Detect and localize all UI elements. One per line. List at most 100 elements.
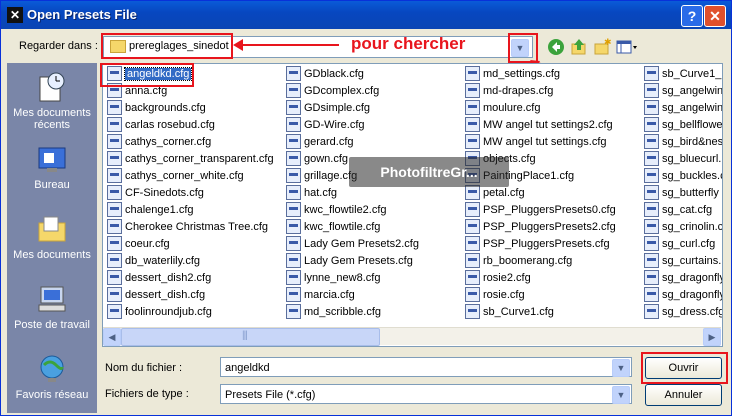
- file-type-select[interactable]: Presets File (*.cfg) ▼: [220, 384, 632, 404]
- horizontal-scrollbar[interactable]: ◀ ▶: [103, 327, 721, 346]
- file-item[interactable]: gerard.cfg: [286, 133, 354, 150]
- file-name: sg_dragonfly: [662, 272, 723, 284]
- file-item[interactable]: sg_curl.cfg: [644, 235, 715, 252]
- config-file-icon: [107, 116, 122, 132]
- file-item[interactable]: rb_boomerang.cfg: [465, 252, 572, 269]
- scroll-thumb[interactable]: [121, 328, 380, 346]
- file-item[interactable]: dessert_dish.cfg: [107, 286, 205, 303]
- file-item[interactable]: chalenge1.cfg: [107, 201, 194, 218]
- close-button[interactable]: ✕: [704, 5, 726, 27]
- place-my-documents[interactable]: Mes documents: [7, 213, 97, 261]
- window-title: Open Presets File: [27, 7, 137, 22]
- file-item[interactable]: marcia.cfg: [286, 286, 355, 303]
- file-name-value: angeldkd: [225, 362, 270, 374]
- file-name: sg_cat.cfg: [662, 204, 713, 216]
- file-item[interactable]: dessert_dish2.cfg: [107, 269, 211, 286]
- file-item[interactable]: sb_Curve1.cfg: [465, 303, 554, 320]
- file-item[interactable]: rosie2.cfg: [465, 269, 531, 286]
- file-name: CF-Sinedots.cfg: [125, 187, 204, 199]
- file-name-input[interactable]: angeldkd ▼: [220, 357, 632, 377]
- scroll-left-icon[interactable]: ◀: [103, 328, 121, 346]
- file-item[interactable]: PSP_PluggersPresets0.cfg: [465, 201, 616, 218]
- file-item[interactable]: MW angel tut settings.cfg: [465, 133, 607, 150]
- place-label: Mes documents récents: [13, 107, 91, 131]
- file-name: MW angel tut settings.cfg: [483, 136, 607, 148]
- file-item[interactable]: sg_bird&nes: [644, 133, 722, 150]
- file-item[interactable]: sg_dragonfly: [644, 286, 723, 303]
- file-item[interactable]: PSP_PluggersPresets2.cfg: [465, 218, 616, 235]
- place-label: Mes documents: [13, 249, 91, 261]
- file-item[interactable]: sg_dragonfly: [644, 269, 723, 286]
- config-file-icon: [644, 201, 659, 217]
- file-item[interactable]: sg_bluecurl.: [644, 150, 722, 167]
- file-item[interactable]: GDcomplex.cfg: [286, 82, 379, 99]
- file-name: coeur.cfg: [125, 238, 170, 250]
- file-name: PSP_PluggersPresets.cfg: [483, 238, 610, 250]
- file-item[interactable]: sg_dress.cfg: [644, 303, 722, 320]
- file-name: sg_angelwin: [662, 85, 723, 97]
- file-item[interactable]: backgrounds.cfg: [107, 99, 206, 116]
- file-name: marcia.cfg: [304, 289, 355, 301]
- new-folder-icon[interactable]: ✱: [593, 37, 612, 56]
- file-item[interactable]: foolinroundjub.cfg: [107, 303, 212, 320]
- file-item[interactable]: petal.cfg: [465, 184, 525, 201]
- place-desktop[interactable]: Bureau: [7, 143, 97, 191]
- file-list[interactable]: angeldkd.cfg anna.cfg backgrounds.cfg carla…: [102, 63, 723, 347]
- chevron-down-icon[interactable]: ▼: [612, 386, 630, 404]
- file-name: sg_dragonfly: [662, 289, 723, 301]
- file-item[interactable]: db_waterlily.cfg: [107, 252, 200, 269]
- file-name: gerard.cfg: [304, 136, 354, 148]
- place-my-computer[interactable]: Poste de travail: [7, 283, 97, 331]
- file-item[interactable]: gown.cfg: [286, 150, 348, 167]
- up-folder-icon[interactable]: [570, 38, 588, 56]
- places-bar: Mes documents récents Bureau Mes documen…: [7, 63, 97, 413]
- file-name: sg_bluecurl.: [662, 153, 722, 165]
- file-item[interactable]: GDsimple.cfg: [286, 99, 370, 116]
- file-item[interactable]: cathys_corner_transparent.cfg: [107, 150, 274, 167]
- file-item[interactable]: MW angel tut settings2.cfg: [465, 116, 613, 133]
- file-item[interactable]: sg_curtains.: [644, 252, 721, 269]
- file-item[interactable]: grillage.cfg: [286, 167, 357, 184]
- file-item[interactable]: kwc_flowtile.cfg: [286, 218, 380, 235]
- file-name-label: Nom du fichier :: [105, 362, 183, 374]
- file-item[interactable]: cathys_corner.cfg: [107, 133, 212, 150]
- view-menu-icon[interactable]: [616, 38, 638, 56]
- file-item[interactable]: kwc_flowtile2.cfg: [286, 201, 387, 218]
- file-type-dropdown[interactable]: ▼: [612, 386, 630, 404]
- file-item[interactable]: hat.cfg: [286, 184, 337, 201]
- file-item[interactable]: sg_buckles.c: [644, 167, 722, 184]
- place-network[interactable]: Favoris réseau: [7, 353, 97, 401]
- file-item[interactable]: md_settings.cfg: [465, 65, 560, 82]
- file-item[interactable]: Cherokee Christmas Tree.cfg: [107, 218, 268, 235]
- file-item[interactable]: sg_bellflowe: [644, 116, 722, 133]
- file-item[interactable]: md_scribble.cfg: [286, 303, 381, 320]
- file-item[interactable]: coeur.cfg: [107, 235, 170, 252]
- file-name-dropdown[interactable]: ▼: [612, 359, 630, 377]
- file-item[interactable]: sg_crinolin.c: [644, 218, 722, 235]
- file-item[interactable]: PSP_PluggersPresets.cfg: [465, 235, 610, 252]
- file-item[interactable]: GDblack.cfg: [286, 65, 364, 82]
- file-item[interactable]: sg_angelwin: [644, 82, 723, 99]
- file-item[interactable]: cathys_corner_white.cfg: [107, 167, 244, 184]
- file-item[interactable]: sg_angelwin: [644, 99, 722, 116]
- file-item[interactable]: md-drapes.cfg: [465, 82, 553, 99]
- file-item[interactable]: Lady Gem Presets.cfg: [286, 252, 413, 269]
- file-item[interactable]: sg_cat.cfg: [644, 201, 713, 218]
- file-item[interactable]: carlas rosebud.cfg: [107, 116, 215, 133]
- cancel-button[interactable]: Annuler: [645, 384, 722, 406]
- file-item[interactable]: sg_butterfly: [644, 184, 719, 201]
- config-file-icon: [107, 167, 122, 183]
- file-item[interactable]: moulure.cfg: [465, 99, 540, 116]
- file-item[interactable]: sb_Curve1_: [644, 65, 721, 82]
- help-button[interactable]: ?: [681, 5, 703, 27]
- file-item[interactable]: Lady Gem Presets2.cfg: [286, 235, 419, 252]
- place-recent-documents[interactable]: Mes documents récents: [7, 71, 97, 131]
- chevron-down-icon[interactable]: ▼: [612, 359, 630, 377]
- file-item[interactable]: CF-Sinedots.cfg: [107, 184, 204, 201]
- scroll-right-icon[interactable]: ▶: [703, 328, 721, 346]
- back-icon[interactable]: [547, 38, 565, 56]
- file-item[interactable]: lynne_new8.cfg: [286, 269, 380, 286]
- file-name: cathys_corner.cfg: [125, 136, 212, 148]
- file-item[interactable]: rosie.cfg: [465, 286, 525, 303]
- file-item[interactable]: GD-Wire.cfg: [286, 116, 365, 133]
